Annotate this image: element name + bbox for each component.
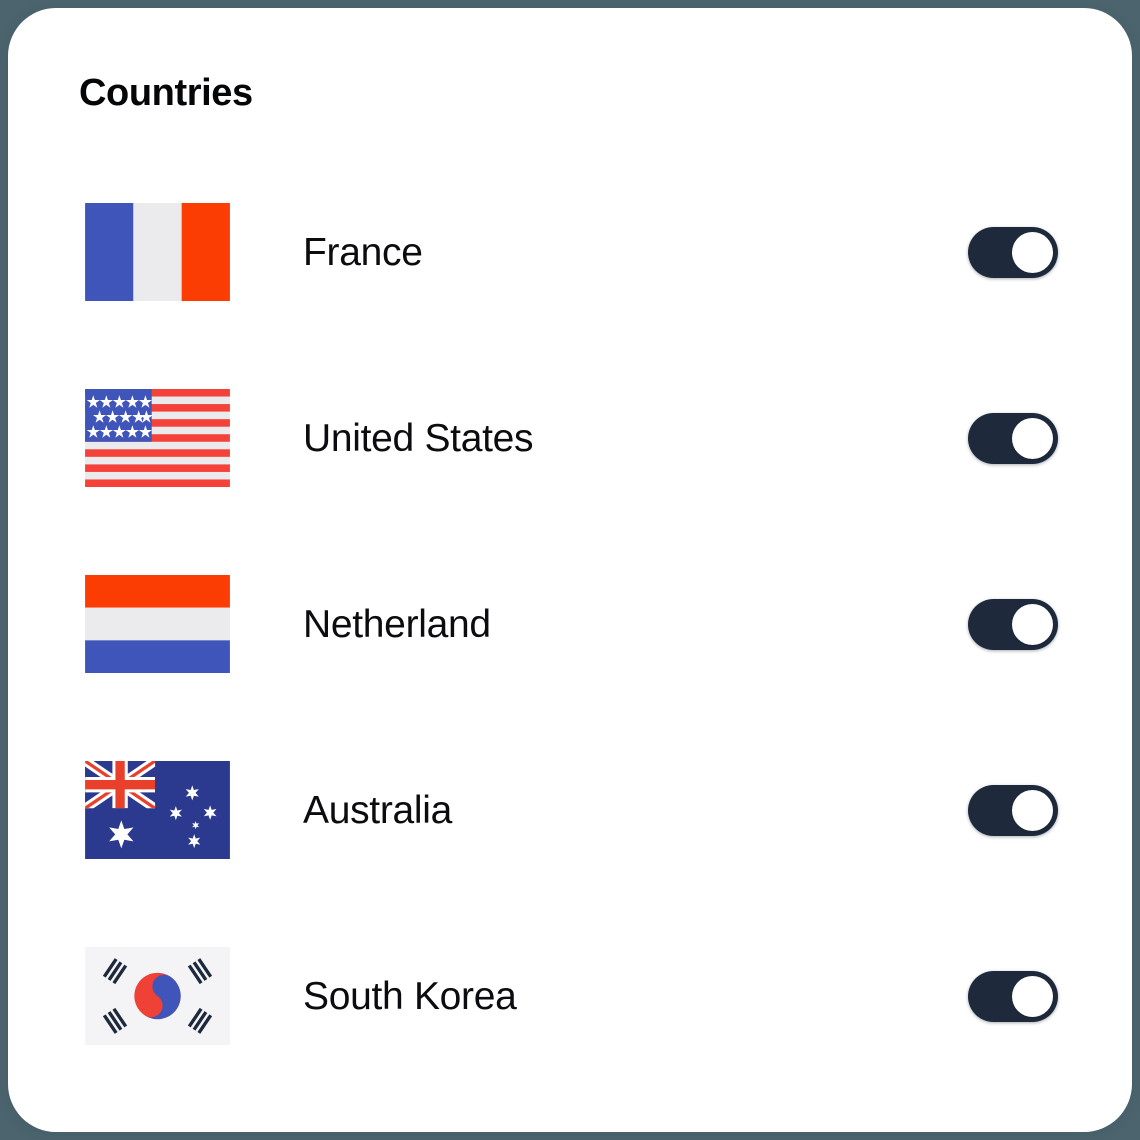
list-item[interactable]: France: [8, 194, 1132, 380]
country-list: France United States Netherland Australi…: [8, 194, 1132, 1124]
list-item[interactable]: Netherland: [8, 566, 1132, 752]
country-name: Australia: [303, 789, 453, 832]
toggle-south-korea[interactable]: [968, 971, 1060, 1023]
toggle-track[interactable]: [968, 971, 1058, 1022]
flag-south-korea-icon: [85, 947, 230, 1045]
toggle-united-states[interactable]: [968, 413, 1060, 465]
country-name: Netherland: [303, 603, 491, 646]
list-item[interactable]: Australia: [8, 752, 1132, 938]
toggle-knob: [1012, 604, 1053, 645]
toggle-track[interactable]: [968, 227, 1058, 278]
toggle-netherland[interactable]: [968, 599, 1060, 651]
toggle-knob: [1012, 232, 1053, 273]
list-item[interactable]: United States: [8, 380, 1132, 566]
country-name: South Korea: [303, 975, 517, 1018]
flag-netherlands-icon: [85, 575, 230, 673]
toggle-track[interactable]: [968, 413, 1058, 464]
toggle-australia[interactable]: [968, 785, 1060, 837]
toggle-track[interactable]: [968, 599, 1058, 650]
toggle-knob: [1012, 976, 1053, 1017]
toggle-knob: [1012, 790, 1053, 831]
country-name: United States: [303, 417, 534, 460]
flag-australia-icon: [85, 761, 230, 859]
flag-france-icon: [85, 203, 230, 301]
country-name: France: [303, 231, 423, 274]
countries-card: Countries France United States Netherlan…: [8, 8, 1132, 1132]
page-title: Countries: [79, 72, 253, 114]
flag-united-states-icon: [85, 389, 230, 487]
toggle-knob: [1012, 418, 1053, 459]
toggle-france[interactable]: [968, 227, 1060, 279]
toggle-track[interactable]: [968, 785, 1058, 836]
list-item[interactable]: South Korea: [8, 938, 1132, 1124]
